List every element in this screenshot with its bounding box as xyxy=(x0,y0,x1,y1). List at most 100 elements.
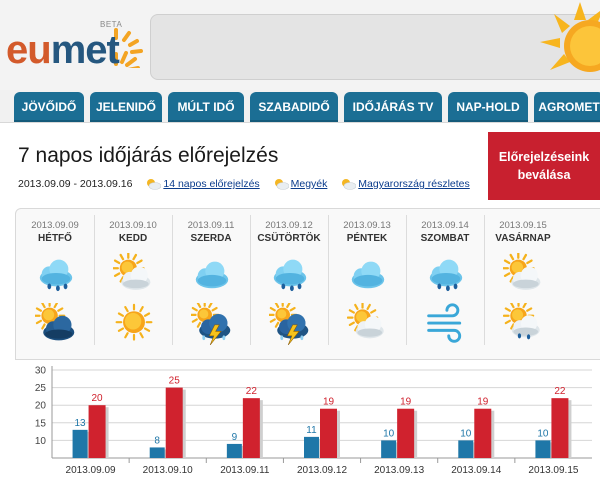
wind-icon xyxy=(427,303,462,343)
min-temp-bar xyxy=(304,436,319,458)
forecast-day[interactable]: 2013.09.09 HÉTFŐ xyxy=(16,209,94,359)
day-date: 2013.09.15 xyxy=(499,220,547,231)
cloud-icon xyxy=(351,261,385,289)
banner-placeholder xyxy=(150,14,600,80)
column-divider xyxy=(484,215,485,345)
page-title: 7 napos időjárás előrejelzés xyxy=(18,144,279,167)
date-range: 2013.09.09 - 2013.09.16 xyxy=(18,178,133,190)
cta-line-2: beválása xyxy=(517,168,571,182)
sun-rain-cloud-icon xyxy=(503,303,540,340)
max-temp-label: 22 xyxy=(246,386,258,397)
max-temp-bar xyxy=(397,408,415,458)
min-temp-bar xyxy=(72,429,88,458)
min-temp-bar xyxy=(226,443,242,458)
max-temp-label: 22 xyxy=(554,386,566,397)
y-tick-label: 25 xyxy=(35,383,47,394)
y-tick-label: 10 xyxy=(35,436,47,447)
day-date: 2013.09.09 xyxy=(31,220,79,231)
min-temp-label: 10 xyxy=(537,428,549,439)
day-name: HÉTFŐ xyxy=(38,233,72,244)
thunderstorm-sun-icon xyxy=(269,303,309,345)
sun-icon xyxy=(115,303,153,341)
x-category-label: 2013.09.09 xyxy=(66,465,116,476)
sun-cloud-icon xyxy=(347,303,384,339)
link-14-day[interactable]: 14 napos előrejelzés xyxy=(163,178,259,190)
sun-cloud-icon xyxy=(342,179,357,191)
day-name: PÉNTEK xyxy=(346,233,388,244)
x-category-label: 2013.09.14 xyxy=(451,465,501,476)
day-date: 2013.09.11 xyxy=(187,220,235,231)
y-tick-label: 30 xyxy=(35,366,47,377)
rain-cloud-icon xyxy=(429,259,463,292)
x-category-label: 2013.09.13 xyxy=(374,465,424,476)
max-temp-bar xyxy=(165,387,183,458)
column-divider xyxy=(172,215,173,345)
min-temp-bar xyxy=(535,440,551,458)
column-divider xyxy=(94,215,95,345)
max-temp-label: 25 xyxy=(169,376,181,387)
sun-cloud-icon xyxy=(503,253,541,290)
column-divider xyxy=(250,215,251,345)
max-temp-label: 19 xyxy=(477,397,489,408)
forecast-day[interactable]: 2013.09.14 SZOMBAT xyxy=(406,209,484,359)
column-divider xyxy=(328,215,329,345)
sun-cloud-icon xyxy=(274,179,289,191)
eumet-logo[interactable]: BETA eumet xyxy=(6,18,146,78)
link-hungary-detailed[interactable]: Magyarország részletes xyxy=(358,178,469,190)
day-name: SZERDA xyxy=(190,233,232,244)
max-temp-bar xyxy=(320,408,337,458)
tab-idojaras-tv[interactable]: IDŐJÁRÁS TV xyxy=(344,92,442,122)
tab-mult-ido[interactable]: MÚLT IDŐ xyxy=(168,92,244,122)
max-temp-label: 19 xyxy=(323,397,335,408)
forecast-day[interactable]: 2013.09.10 KEDD xyxy=(94,209,172,359)
min-temp-bar xyxy=(458,440,474,458)
min-temp-bar xyxy=(381,440,397,458)
cloud-icon xyxy=(195,261,229,289)
max-temp-bar xyxy=(551,398,569,458)
logo-wordmark: eumet xyxy=(6,28,120,72)
link-counties[interactable]: Megyék xyxy=(291,178,328,190)
forecast-day[interactable]: 2013.09.11 SZERDA xyxy=(172,209,250,359)
date-range-row: 2013.09.09 - 2013.09.16 14 napos előreje… xyxy=(18,178,470,191)
cta-line-1: Előrejelzéseink xyxy=(498,150,590,164)
rain-cloud-icon xyxy=(273,259,307,292)
min-temp-label: 10 xyxy=(460,428,472,439)
tab-jovoido[interactable]: JÖVŐIDŐ xyxy=(14,92,84,122)
sun-dark-cloud-icon xyxy=(35,303,75,341)
max-temp-bar xyxy=(242,398,260,458)
day-date: 2013.09.13 xyxy=(343,220,391,231)
x-category-label: 2013.09.10 xyxy=(143,465,193,476)
sun-decoration-icon xyxy=(540,2,600,72)
min-temp-bar xyxy=(149,447,165,458)
x-category-label: 2013.09.12 xyxy=(297,465,347,476)
day-date: 2013.09.10 xyxy=(109,220,157,231)
day-date: 2013.09.12 xyxy=(265,220,313,231)
min-temp-label: 10 xyxy=(383,428,395,439)
max-temp-bar xyxy=(88,405,106,458)
min-temp-label: 13 xyxy=(75,418,87,429)
sun-cloud-icon xyxy=(147,179,162,191)
x-category-label: 2013.09.11 xyxy=(220,465,270,476)
day-name: VASÁRNAP xyxy=(495,233,551,244)
min-temp-label: 8 xyxy=(154,435,160,446)
day-name: KEDD xyxy=(118,233,148,244)
max-temp-label: 19 xyxy=(400,397,412,408)
tab-szabadido[interactable]: SZABADIDŐ xyxy=(250,92,338,122)
tab-agromet[interactable]: AGROMET xyxy=(534,92,600,122)
tab-nap-hold[interactable]: NAP-HOLD xyxy=(448,92,528,122)
tab-jelenido[interactable]: JELENIDŐ xyxy=(90,92,162,122)
max-temp-bar xyxy=(474,408,492,458)
forecast-day[interactable]: 2013.09.13 PÉNTEK xyxy=(328,209,406,359)
thunderstorm-sun-icon xyxy=(191,303,231,345)
forecast-day[interactable]: 2013.09.15 VASÁRNAP xyxy=(484,209,562,359)
forecast-grid: 2013.09.09 HÉTFŐ 2013.09.10 KEDD 2013.09… xyxy=(15,208,600,360)
forecast-accuracy-button[interactable]: Előrejelzéseink beválása xyxy=(488,132,600,200)
min-temp-label: 11 xyxy=(306,425,317,436)
sun-cloud-icon xyxy=(113,253,151,290)
rain-cloud-icon xyxy=(39,259,73,292)
y-tick-label: 20 xyxy=(35,401,47,412)
x-category-label: 2013.09.15 xyxy=(528,465,578,476)
min-temp-label: 9 xyxy=(232,432,238,443)
y-tick-label: 15 xyxy=(35,418,47,429)
forecast-day[interactable]: 2013.09.12 CSÜTÖRTÖK xyxy=(250,209,328,359)
